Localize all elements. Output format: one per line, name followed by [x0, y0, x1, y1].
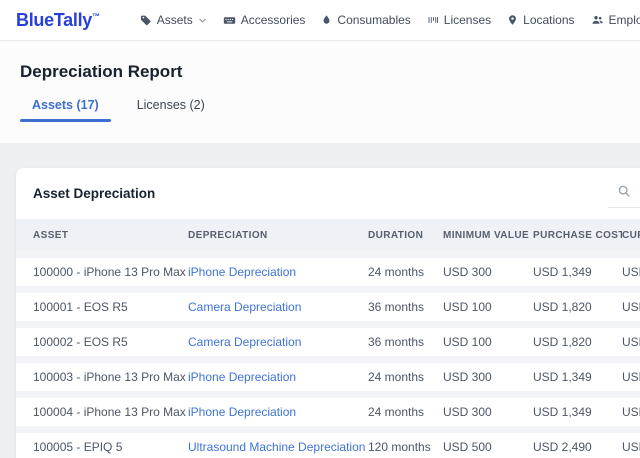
table-row: 100000 - iPhone 13 Pro Max iPhone Deprec…	[16, 258, 640, 286]
current-value-cell: USD	[622, 265, 640, 279]
map-pin-icon	[507, 14, 518, 26]
users-icon	[591, 14, 604, 26]
nav-item-label: Assets	[156, 13, 193, 27]
nav-item-label: Accessories	[240, 13, 306, 27]
table-row: 100002 - EOS R5 Camera Depreciation 36 m…	[16, 328, 640, 356]
droplet-icon	[321, 14, 332, 26]
nav-item-label: Locations	[523, 13, 575, 27]
barcode-icon	[427, 14, 439, 26]
purchase-cost-cell: USD 2,490	[533, 440, 592, 454]
minimum-value-cell: USD 300	[443, 265, 492, 279]
duration-cell: 120 months	[368, 440, 431, 454]
depreciation-link[interactable]: Camera Depreciation	[188, 335, 301, 349]
tab-assets[interactable]: Assets (17)	[20, 98, 111, 122]
tab-bar: Assets (17) Licenses (2)	[20, 98, 620, 122]
minimum-value-cell: USD 300	[443, 370, 492, 384]
chevron-down-icon	[198, 16, 207, 25]
duration-cell: 24 months	[368, 265, 425, 279]
minimum-value-cell: USD 500	[443, 440, 492, 454]
purchase-cost-cell: USD 1,349	[533, 405, 592, 419]
asset-cell: 100004 - iPhone 13 Pro Max	[33, 405, 186, 419]
minimum-value-cell: USD 100	[443, 335, 492, 349]
search-icon[interactable]	[610, 177, 638, 205]
table-row: 100004 - iPhone 13 Pro Max iPhone Deprec…	[16, 398, 640, 426]
depreciation-link[interactable]: Ultrasound Machine Depreciation	[188, 440, 365, 454]
depreciation-link[interactable]: Camera Depreciation	[188, 300, 301, 314]
trademark-symbol: ™	[92, 11, 100, 21]
minimum-value-cell: USD 300	[443, 405, 492, 419]
column-header-asset: ASSET	[33, 229, 69, 241]
purchase-cost-cell: USD 1,820	[533, 335, 592, 349]
purchase-cost-cell: USD 1,820	[533, 300, 592, 314]
nav-item-accessories[interactable]: Accessories	[223, 13, 306, 27]
asset-cell: 100003 - iPhone 13 Pro Max	[33, 370, 186, 384]
nav-item-assets[interactable]: Assets	[140, 13, 207, 27]
column-header-current-value: CURRENT VALUE	[622, 229, 640, 241]
asset-cell: 100000 - iPhone 13 Pro Max	[33, 265, 186, 279]
page-title: Depreciation Report	[20, 62, 183, 81]
table-row: 100003 - iPhone 13 Pro Max iPhone Deprec…	[16, 363, 640, 391]
table-row: 100005 - EPIQ 5 Ultrasound Machine Depre…	[16, 433, 640, 458]
table-header-row: ASSET DEPRECIATION DURATION MINIMUM VALU…	[16, 219, 640, 251]
duration-cell: 24 months	[368, 405, 425, 419]
current-value-cell: USD	[622, 440, 640, 454]
nav-item-locations[interactable]: Locations	[507, 13, 575, 27]
main-menu: Assets Accessories Consumables Licenses	[140, 13, 640, 27]
duration-cell: 36 months	[368, 300, 425, 314]
search-input-underline	[608, 207, 640, 208]
column-header-depreciation: DEPRECIATION	[188, 229, 268, 241]
nav-item-label: Licenses	[443, 13, 492, 27]
asset-cell: 100001 - EOS R5	[33, 300, 128, 314]
tab-licenses[interactable]: Licenses (2)	[125, 98, 217, 122]
asset-depreciation-card: Asset Depreciation ASSET DEPRECIATION DU…	[16, 168, 640, 458]
minimum-value-cell: USD 100	[443, 300, 492, 314]
page-header: Depreciation Report Assets (17) Licenses…	[0, 41, 640, 143]
keyboard-icon	[223, 14, 236, 27]
column-header-minimum-value: MINIMUM VALUE	[443, 229, 530, 241]
purchase-cost-cell: USD 1,349	[533, 370, 592, 384]
brand-name: BlueTally	[16, 9, 92, 30]
depreciation-link[interactable]: iPhone Depreciation	[188, 405, 296, 419]
top-navigation: BlueTally™ Assets Accessories Consumable…	[0, 0, 640, 41]
card-header: Asset Depreciation	[16, 168, 640, 219]
asset-cell: 100002 - EOS R5	[33, 335, 128, 349]
current-value-cell: USD	[622, 370, 640, 384]
current-value-cell: USD	[622, 405, 640, 419]
depreciation-link[interactable]: iPhone Depreciation	[188, 370, 296, 384]
purchase-cost-cell: USD 1,349	[533, 265, 592, 279]
nav-item-licenses[interactable]: Licenses	[427, 13, 491, 27]
duration-cell: 36 months	[368, 335, 425, 349]
nav-item-consumables[interactable]: Consumables	[321, 13, 411, 27]
brand-logo[interactable]: BlueTally™	[16, 10, 100, 31]
card-title: Asset Depreciation	[33, 186, 156, 201]
current-value-cell: USD	[622, 335, 640, 349]
duration-cell: 24 months	[368, 370, 425, 384]
column-header-duration: DURATION	[368, 229, 424, 241]
depreciation-link[interactable]: iPhone Depreciation	[188, 265, 296, 279]
tag-icon	[140, 14, 152, 26]
nav-item-employees[interactable]: Employees	[591, 13, 640, 27]
main-content: Asset Depreciation ASSET DEPRECIATION DU…	[0, 143, 640, 458]
asset-cell: 100005 - EPIQ 5	[33, 440, 123, 454]
nav-item-label: Employees	[608, 13, 640, 27]
nav-item-label: Consumables	[337, 13, 411, 27]
table-row: 100001 - EOS R5 Camera Depreciation 36 m…	[16, 293, 640, 321]
current-value-cell: USD	[622, 300, 640, 314]
column-header-purchase-cost: PURCHASE COST	[533, 229, 622, 241]
